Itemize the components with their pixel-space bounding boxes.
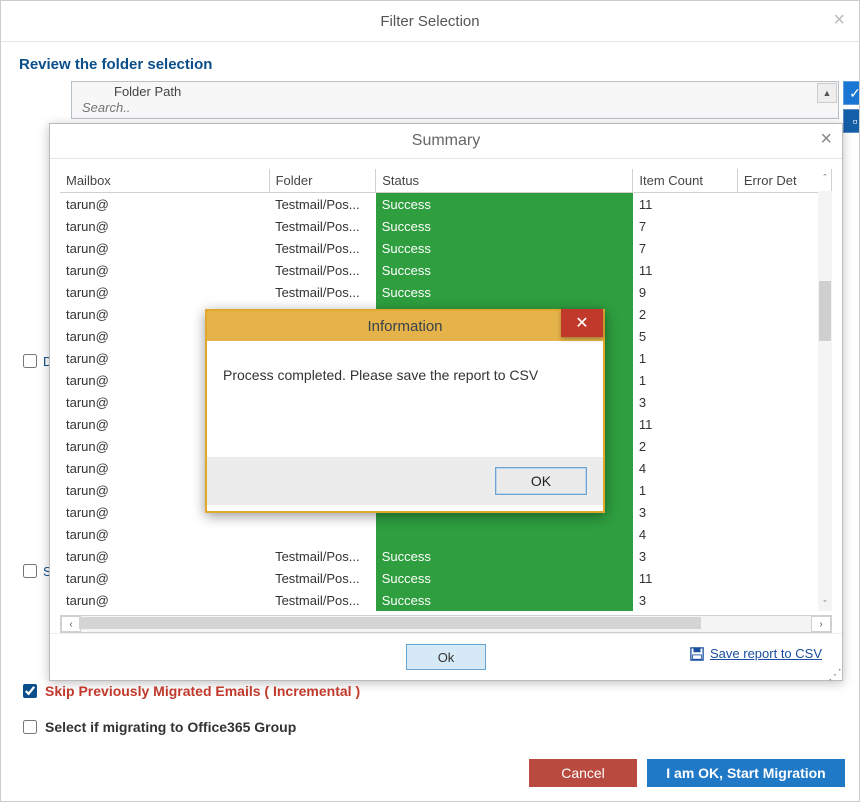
cell-item-count: 9 <box>633 281 738 303</box>
cell-item-count: 11 <box>633 567 738 589</box>
close-icon[interactable]: × <box>833 9 845 32</box>
cell-folder: Testmail/Pos... <box>269 259 376 281</box>
skip-previous-checkbox[interactable]: Skip Previously Migrated Emails ( Increm… <box>19 681 841 701</box>
cell-status: Success <box>376 193 633 216</box>
ok-button[interactable]: OK <box>495 467 587 495</box>
save-icon <box>690 647 704 661</box>
review-header: Review the folder selection <box>1 42 859 81</box>
partial-check-s[interactable]: S <box>19 561 52 581</box>
cell-status: Success <box>376 259 633 281</box>
chevron-right-icon[interactable]: › <box>811 616 831 632</box>
cell-item-count: 3 <box>633 545 738 567</box>
cancel-button[interactable]: Cancel <box>529 759 637 787</box>
cell-mailbox: tarun@ <box>60 215 269 237</box>
table-row[interactable]: tarun@Testmail/Pos...Success11 <box>60 193 832 216</box>
chevron-up-icon[interactable]: ˆ <box>818 171 832 185</box>
table-row[interactable]: tarun@Testmail/Pos...Success3 <box>60 545 832 567</box>
information-titlebar: Information ✕ <box>207 311 603 341</box>
cell-mailbox: tarun@ <box>60 589 269 611</box>
summary-title: Summary <box>412 132 480 150</box>
select-all-icon[interactable]: ✓ <box>843 81 860 105</box>
cell-status: Success <box>376 237 633 259</box>
cell-item-count: 3 <box>633 501 738 523</box>
cell-folder: Testmail/Pos... <box>269 567 376 589</box>
filter-selection-title: Filter Selection <box>380 13 479 30</box>
col-folder[interactable]: Folder <box>269 169 376 193</box>
cell-item-count: 3 <box>633 391 738 413</box>
filter-selection-titlebar: Filter Selection × <box>1 1 859 42</box>
cell-mailbox: tarun@ <box>60 237 269 259</box>
cell-folder: Testmail/Pos... <box>269 237 376 259</box>
cell-folder: Testmail/Pos... <box>269 589 376 611</box>
col-mailbox[interactable]: Mailbox <box>60 169 269 193</box>
information-title: Information <box>367 318 442 335</box>
cell-folder <box>269 523 376 545</box>
resize-grip-icon[interactable]: ⋰ <box>828 666 840 678</box>
cell-folder: Testmail/Pos... <box>269 545 376 567</box>
cell-status: Success <box>376 567 633 589</box>
table-row[interactable]: tarun@Testmail/Pos...Success11 <box>60 259 832 281</box>
folder-path-label: Folder Path <box>80 84 814 99</box>
save-csv-label: Save report to CSV <box>710 646 822 661</box>
office365-group-checkbox[interactable]: Select if migrating to Office365 Group <box>19 717 841 737</box>
cell-status: Success <box>376 281 633 303</box>
cell-status: Success <box>376 545 633 567</box>
folder-path-box: Folder Path ▲ <box>71 81 839 119</box>
table-row[interactable]: tarun@Testmail/Pos...Success11 <box>60 567 832 589</box>
cell-mailbox: tarun@ <box>60 193 269 216</box>
cell-mailbox: tarun@ <box>60 567 269 589</box>
cell-item-count: 2 <box>633 303 738 325</box>
cell-item-count: 3 <box>633 589 738 611</box>
partial-check-d[interactable]: D <box>19 351 52 371</box>
cell-item-count: 11 <box>633 413 738 435</box>
cell-mailbox: tarun@ <box>60 545 269 567</box>
office365-group-label: Select if migrating to Office365 Group <box>45 719 296 735</box>
cell-folder: Testmail/Pos... <box>269 193 376 216</box>
cell-item-count: 1 <box>633 479 738 501</box>
cell-folder: Testmail/Pos... <box>269 215 376 237</box>
cell-item-count: 4 <box>633 523 738 545</box>
col-item-count[interactable]: Item Count <box>633 169 738 193</box>
ok-button[interactable]: Ok <box>406 644 486 670</box>
cell-status: Success <box>376 589 633 611</box>
cell-status: Success <box>376 215 633 237</box>
table-row[interactable]: tarun@Testmail/Pos...Success3 <box>60 589 832 611</box>
close-icon[interactable]: ✕ <box>561 309 603 337</box>
cell-item-count: 1 <box>633 369 738 391</box>
cell-item-count: 11 <box>633 259 738 281</box>
information-modal: Information ✕ Process completed. Please … <box>205 309 605 513</box>
cell-status <box>376 523 633 545</box>
start-migration-button[interactable]: I am OK, Start Migration <box>647 759 845 787</box>
cell-item-count: 5 <box>633 325 738 347</box>
cell-item-count: 7 <box>633 215 738 237</box>
cell-item-count: 1 <box>633 347 738 369</box>
information-body: Process completed. Please save the repor… <box>207 341 603 457</box>
cell-mailbox: tarun@ <box>60 259 269 281</box>
table-row[interactable]: tarun@Testmail/Pos...Success7 <box>60 237 832 259</box>
cell-folder: Testmail/Pos... <box>269 281 376 303</box>
col-status[interactable]: Status <box>376 169 633 193</box>
skip-previous-label: Skip Previously Migrated Emails ( Increm… <box>45 683 360 699</box>
chevron-down-icon[interactable]: ˇ <box>818 597 832 611</box>
table-row[interactable]: tarun@ 4 <box>60 523 832 545</box>
cell-item-count: 7 <box>633 237 738 259</box>
cell-mailbox: tarun@ <box>60 281 269 303</box>
clear-all-icon[interactable]: ▫ <box>843 109 860 133</box>
cell-item-count: 11 <box>633 193 738 216</box>
cell-item-count: 2 <box>633 435 738 457</box>
scroll-thumb[interactable] <box>819 281 831 341</box>
scroll-thumb[interactable] <box>79 617 701 629</box>
table-row[interactable]: tarun@Testmail/Pos...Success7 <box>60 215 832 237</box>
vertical-scrollbar[interactable]: ˆ ˇ <box>818 191 832 611</box>
cell-item-count: 4 <box>633 457 738 479</box>
summary-titlebar: Summary × <box>50 124 842 159</box>
save-csv-link[interactable]: Save report to CSV <box>690 646 822 661</box>
cell-mailbox: tarun@ <box>60 523 269 545</box>
close-icon[interactable]: × <box>820 128 832 151</box>
horizontal-scrollbar[interactable]: ‹ › <box>60 615 832 633</box>
chevron-up-icon[interactable]: ▲ <box>817 83 837 103</box>
chevron-left-icon[interactable]: ‹ <box>61 616 81 632</box>
search-input[interactable] <box>80 99 818 116</box>
table-row[interactable]: tarun@Testmail/Pos...Success9 <box>60 281 832 303</box>
